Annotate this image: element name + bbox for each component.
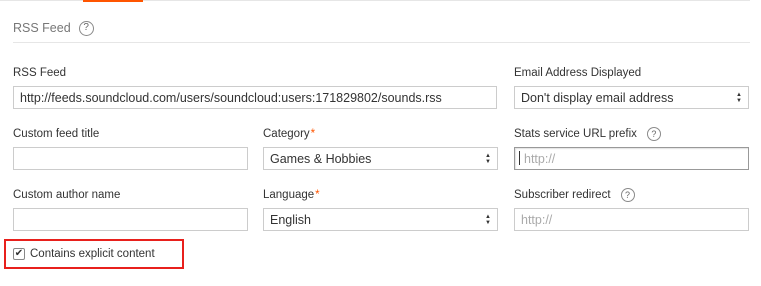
section-divider (13, 42, 750, 43)
section-title: RSS Feed (13, 21, 71, 35)
help-icon[interactable]: ? (646, 127, 661, 141)
language-label: Language * (263, 188, 320, 202)
section-header: RSS Feed ? (13, 19, 94, 37)
explicit-content-label[interactable]: Contains explicit content (30, 248, 155, 260)
language-label-text: Language (263, 189, 315, 201)
active-tab-indicator (83, 0, 143, 2)
category-value: Games & Hobbies (270, 151, 372, 166)
stats-prefix-label-text: Stats service URL prefix (514, 128, 637, 140)
rss-feed-url-input[interactable] (13, 86, 497, 109)
subscriber-redirect-label: Subscriber redirect ? (514, 188, 635, 202)
subscriber-redirect-input[interactable] (514, 208, 749, 231)
text-cursor (519, 151, 520, 165)
category-label: Category * (263, 127, 315, 141)
required-asterisk: * (315, 189, 320, 201)
custom-author-label: Custom author name (13, 189, 121, 201)
subscriber-redirect-label-text: Subscriber redirect (514, 189, 611, 201)
stats-prefix-input[interactable] (514, 147, 749, 170)
language-select[interactable]: English ▲ ▼ (263, 208, 498, 231)
email-display-value: Don't display email address (521, 90, 674, 105)
up-down-arrows-icon: ▲ ▼ (485, 152, 491, 165)
email-display-label: Email Address Displayed (514, 67, 642, 79)
category-select[interactable]: Games & Hobbies ▲ ▼ (263, 147, 498, 170)
email-display-select[interactable]: Don't display email address ▲ ▼ (514, 86, 749, 109)
category-label-text: Category (263, 128, 310, 140)
language-value: English (270, 212, 311, 227)
help-icon[interactable]: ? (620, 188, 635, 202)
explicit-content-checkbox[interactable]: ✔ (13, 248, 25, 260)
rss-feed-settings: RSS Feed ? RSS Feed Email Address Displa… (0, 0, 761, 286)
rss-feed-label: RSS Feed (13, 67, 67, 79)
help-icon[interactable]: ? (78, 20, 94, 36)
checkmark-icon: ✔ (14, 248, 24, 259)
up-down-arrows-icon: ▲ ▼ (485, 213, 491, 226)
explicit-content-highlight: ✔ Contains explicit content (4, 239, 184, 269)
custom-feed-title-input[interactable] (13, 147, 248, 170)
custom-feed-title-label: Custom feed title (13, 128, 100, 140)
up-down-arrows-icon: ▲ ▼ (736, 91, 742, 104)
stats-prefix-label: Stats service URL prefix ? (514, 127, 661, 141)
custom-author-input[interactable] (13, 208, 248, 231)
required-asterisk: * (310, 128, 316, 140)
